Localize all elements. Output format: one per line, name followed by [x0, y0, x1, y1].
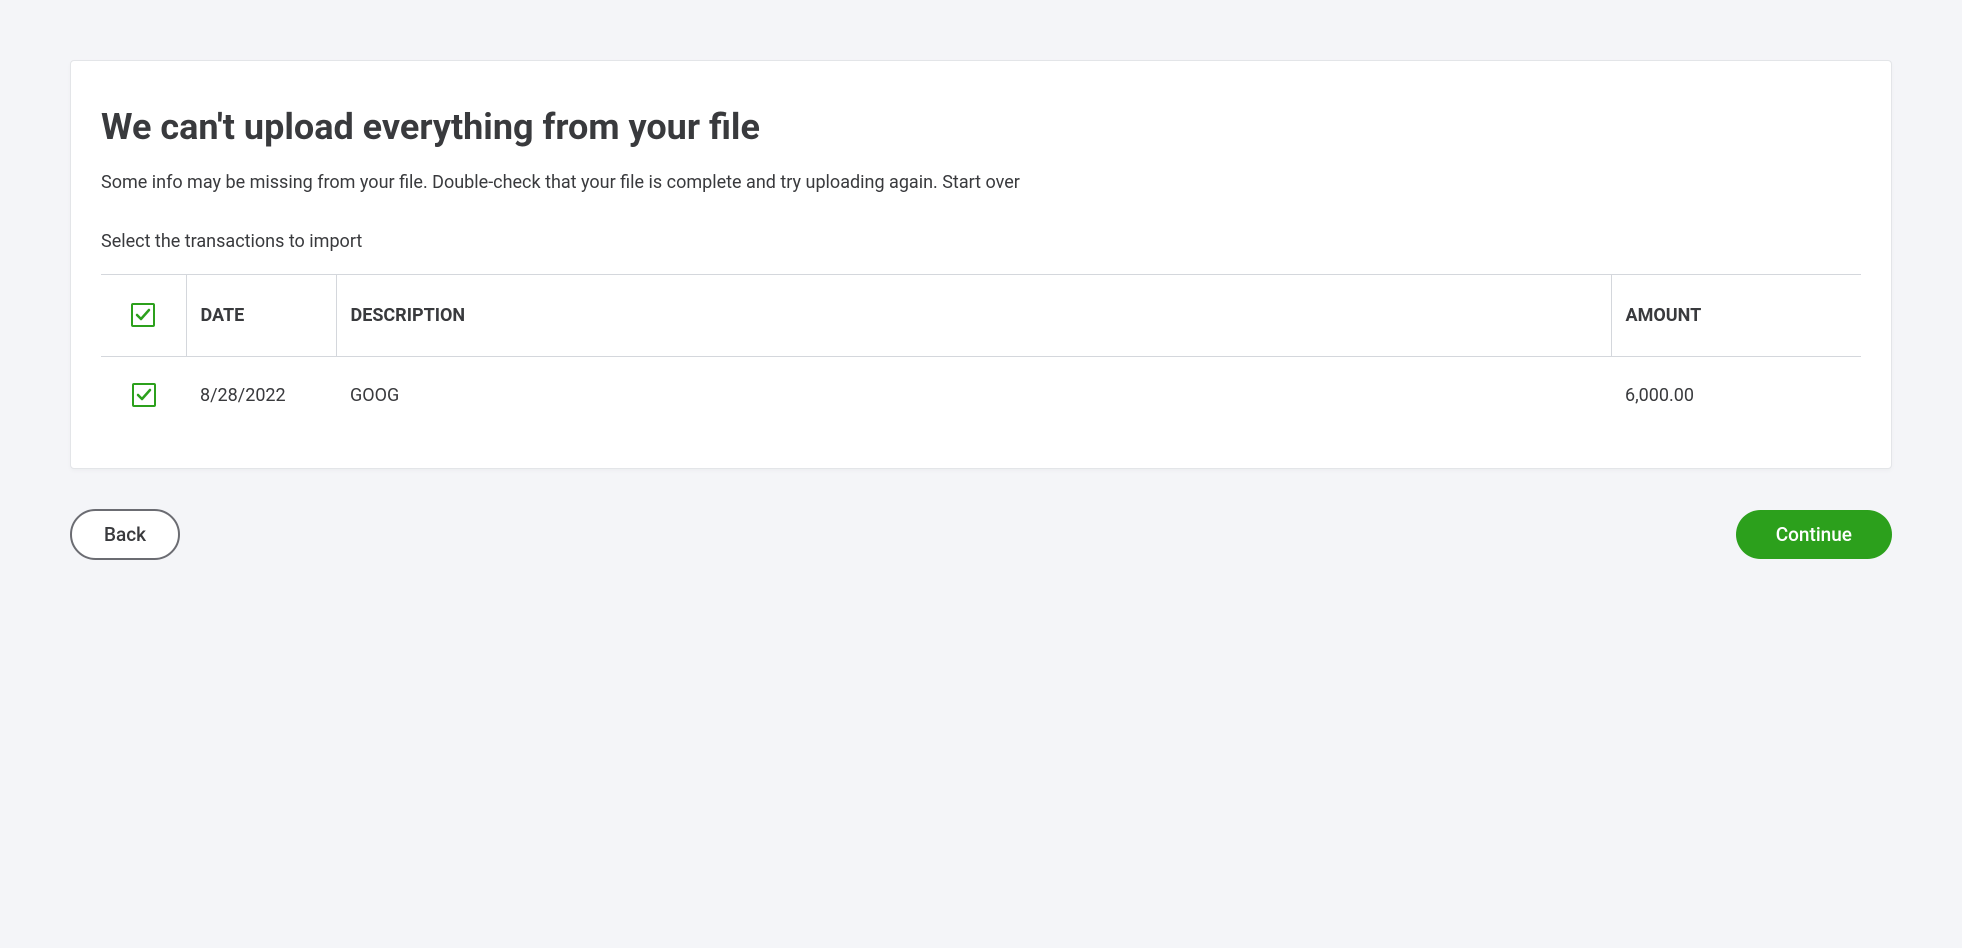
- page-title: We can't upload everything from your fil…: [101, 106, 1861, 148]
- select-all-checkbox[interactable]: [131, 303, 155, 327]
- instruction-text: Select the transactions to import: [101, 231, 1861, 252]
- continue-button[interactable]: Continue: [1736, 510, 1892, 559]
- column-header-description: DESCRIPTION: [336, 275, 1611, 357]
- footer-actions: Back Continue: [70, 509, 1892, 560]
- table-row: 8/28/2022 GOOG 6,000.00: [101, 357, 1861, 419]
- column-header-date: DATE: [186, 275, 336, 357]
- check-icon: [135, 307, 151, 323]
- row-checkbox[interactable]: [132, 383, 156, 407]
- header-checkbox-cell: [101, 275, 186, 357]
- upload-error-card: We can't upload everything from your fil…: [70, 60, 1892, 469]
- check-icon: [136, 387, 152, 403]
- row-description: GOOG: [336, 357, 1611, 419]
- column-header-amount: AMOUNT: [1611, 275, 1861, 357]
- subtitle-text: Some info may be missing from your file.…: [101, 172, 1861, 193]
- row-checkbox-cell: [101, 357, 186, 419]
- transactions-table: DATE DESCRIPTION AMOUNT 8/28/2022 GOOG 6…: [101, 274, 1861, 418]
- back-button[interactable]: Back: [70, 509, 180, 560]
- row-date: 8/28/2022: [186, 357, 336, 419]
- row-amount: 6,000.00: [1611, 357, 1861, 419]
